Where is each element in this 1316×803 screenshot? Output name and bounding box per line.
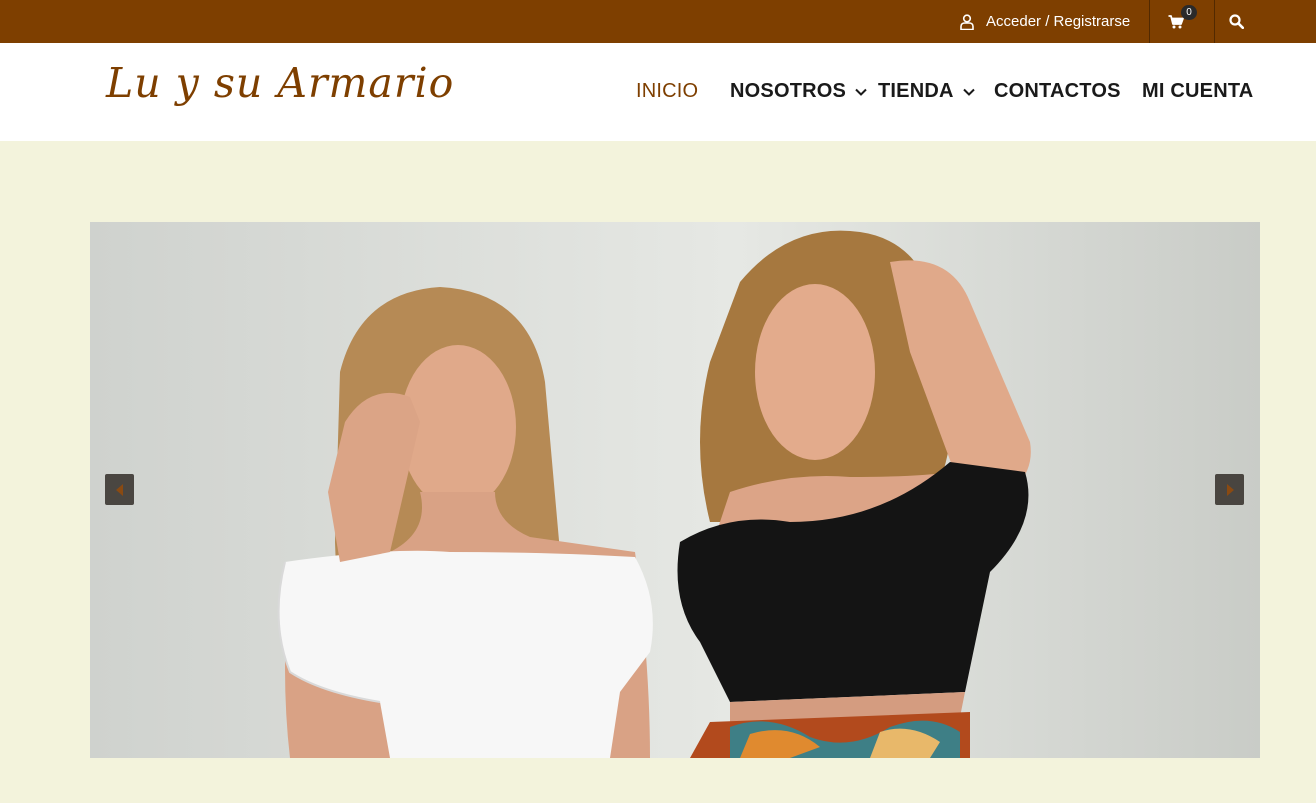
nav-item-nosotros[interactable]: NOSOTROS — [730, 80, 867, 103]
nav-item-label: MI CUENTA — [1142, 80, 1254, 102]
cart-count-badge: 0 — [1181, 5, 1197, 20]
top-bar: Acceder / Registrarse 0 — [0, 0, 1316, 43]
chevron-down-icon — [855, 88, 867, 96]
nav-item-label: NOSOTROS — [730, 80, 847, 102]
nav-item-label: CONTACTOS — [994, 80, 1121, 102]
topbar-divider — [1149, 0, 1150, 43]
search-button[interactable] — [1229, 0, 1244, 43]
arrow-left-icon — [115, 483, 123, 496]
arrow-right-icon — [1226, 483, 1234, 496]
hero-image — [90, 222, 1260, 758]
nav-item-contactos[interactable]: CONTACTOS — [994, 80, 1121, 103]
nav-item-inicio[interactable]: INICIO — [636, 80, 698, 103]
nav-item-label: INICIO — [636, 80, 699, 102]
nav-item-label: TIENDA — [878, 80, 954, 102]
site-header: Lu y su Armario INICIO NOSOTROS TIENDA C… — [0, 43, 1316, 141]
chevron-down-icon — [962, 88, 975, 96]
slider-prev-button[interactable] — [105, 474, 134, 505]
topbar-divider — [1214, 0, 1215, 43]
nav-item-mi-cuenta[interactable]: MI CUENTA — [1142, 80, 1253, 103]
hero-slider — [90, 222, 1260, 758]
login-register-link[interactable]: Acceder / Registrarse — [960, 0, 1130, 43]
main-navigation: INICIO NOSOTROS TIENDA CONTACTOS MI CUEN… — [0, 43, 1316, 141]
nav-item-tienda[interactable]: TIENDA — [878, 80, 975, 103]
slider-next-button[interactable] — [1215, 474, 1244, 505]
cart-button[interactable]: 0 — [1168, 0, 1198, 43]
user-icon — [960, 13, 974, 30]
search-icon — [1229, 14, 1244, 29]
login-register-label: Acceder / Registrarse — [986, 13, 1131, 30]
